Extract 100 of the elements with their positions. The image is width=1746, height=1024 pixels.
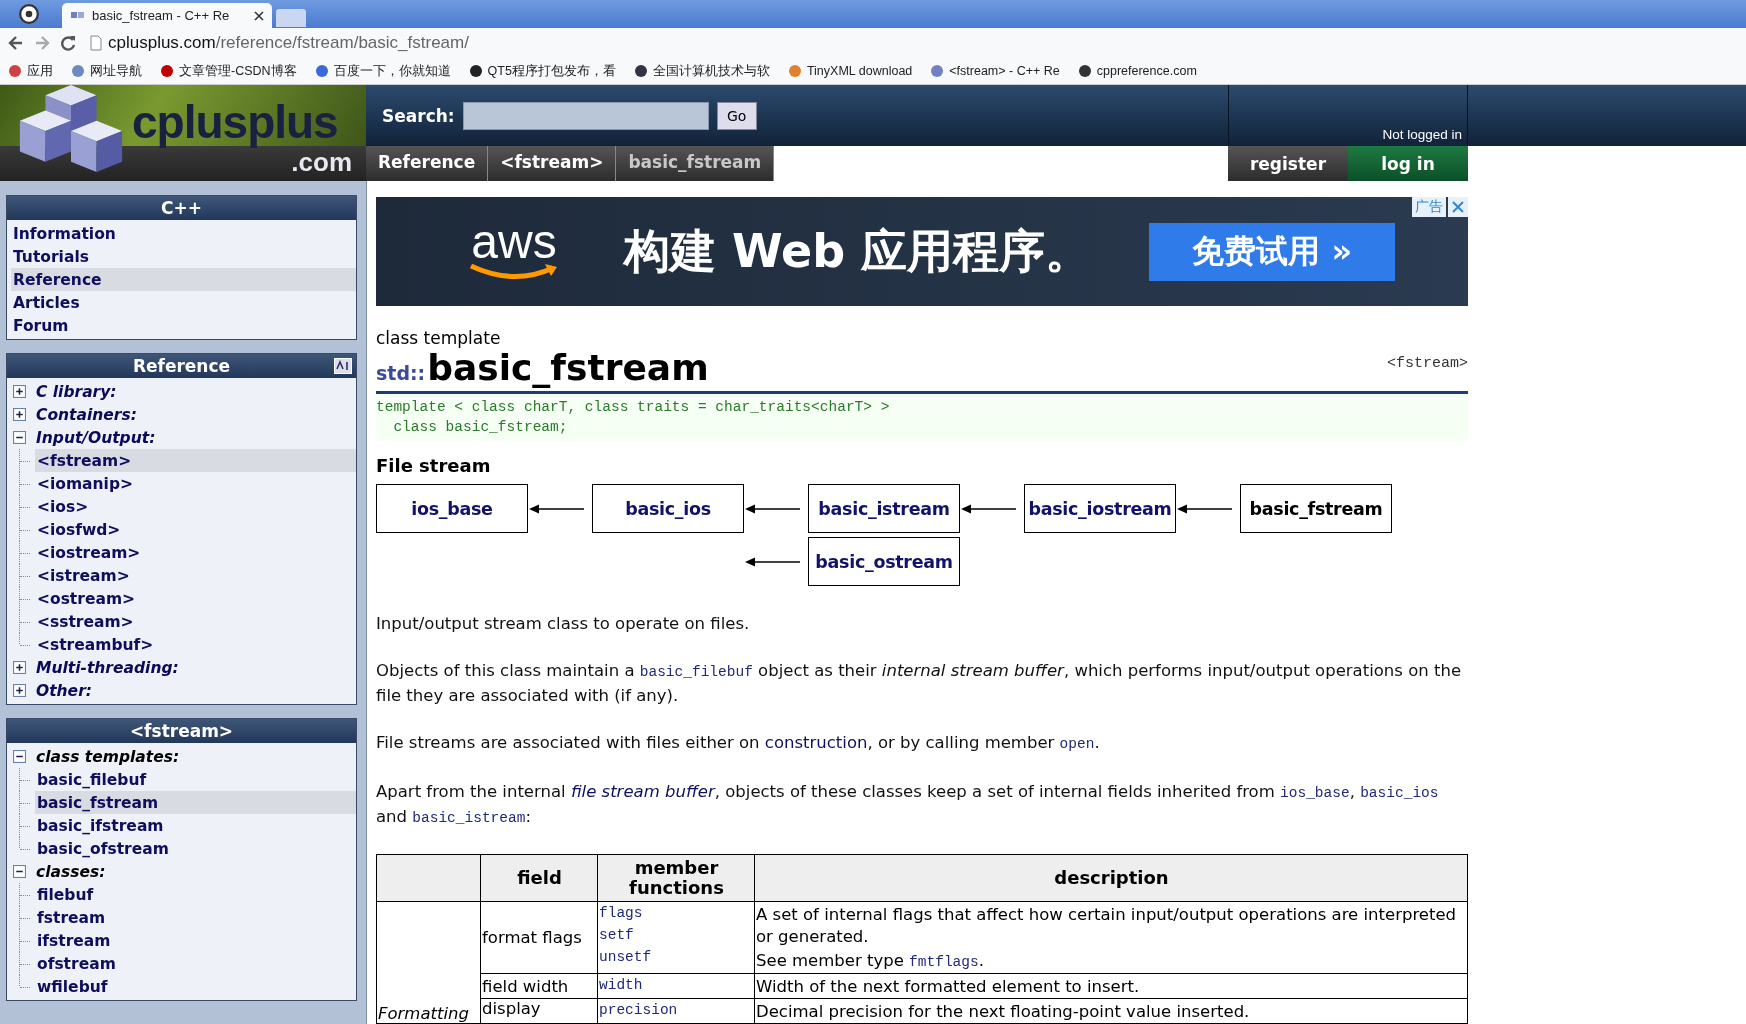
expand-icon[interactable] bbox=[13, 661, 26, 674]
sidebar-item[interactable]: <fstream> bbox=[35, 449, 356, 472]
code-link[interactable]: open bbox=[1059, 736, 1095, 752]
ad-badge: 广告 bbox=[1412, 197, 1446, 217]
table-cell: format flags bbox=[480, 901, 598, 974]
browser-logo-icon[interactable] bbox=[18, 3, 40, 25]
sidebar-item[interactable]: <iostream> bbox=[35, 541, 356, 564]
class-node[interactable]: basic_iostream bbox=[1024, 484, 1176, 533]
bookmark-item[interactable]: <fstream> - C++ Re bbox=[949, 64, 1060, 78]
sidebar-item[interactable]: <streambuf> bbox=[35, 633, 356, 656]
sidebar-item[interactable]: C library: bbox=[34, 380, 356, 403]
search-label: Search: bbox=[382, 105, 455, 126]
collapse-icon[interactable] bbox=[13, 865, 26, 878]
sidebar-item[interactable]: <ios> bbox=[35, 495, 356, 518]
sidebar-item[interactable]: <istream> bbox=[35, 564, 356, 587]
code-link[interactable]: basic_ios bbox=[1360, 785, 1439, 801]
bookmark-item[interactable]: 应用 bbox=[27, 62, 53, 80]
breadcrumb[interactable]: <fstream> bbox=[488, 146, 617, 181]
expand-icon[interactable] bbox=[13, 408, 26, 421]
class-node[interactable]: ios_base bbox=[376, 484, 528, 533]
code-link[interactable]: setf bbox=[599, 924, 754, 946]
sidebar-item[interactable]: Reference bbox=[11, 268, 356, 291]
bookmark-item[interactable]: TinyXML download bbox=[806, 64, 913, 78]
sidebar-item[interactable]: Containers: bbox=[34, 403, 356, 426]
register-button[interactable]: register bbox=[1228, 146, 1348, 181]
code-link[interactable]: fmtflags bbox=[909, 954, 979, 970]
sidebar-item[interactable]: Forum bbox=[11, 314, 356, 337]
browser-tab[interactable]: basic_fstream - C++ Re bbox=[62, 3, 272, 28]
column-header: description bbox=[754, 854, 1468, 902]
sidebar-item[interactable]: <ostream> bbox=[35, 587, 356, 610]
class-node[interactable]: basic_istream bbox=[808, 484, 960, 533]
bookmark-icon bbox=[8, 64, 22, 78]
class-node[interactable]: basic_ostream bbox=[808, 537, 960, 586]
breadcrumb[interactable]: Reference bbox=[366, 146, 489, 181]
sidebar-item[interactable]: <sstream> bbox=[35, 610, 356, 633]
bookmark-item[interactable]: 百度一下，你就知道 bbox=[333, 62, 451, 80]
sidebar-item[interactable]: classes: bbox=[34, 860, 356, 883]
url-field[interactable]: cplusplus.com/reference/fstream/basic_fstream/ bbox=[108, 33, 469, 53]
bookmark-item[interactable]: 全国计算机技术与软 bbox=[652, 62, 770, 80]
link[interactable]: construction bbox=[764, 733, 868, 752]
reload-icon[interactable] bbox=[58, 33, 78, 53]
sidebar-item[interactable]: fstream bbox=[35, 906, 356, 929]
sidebar-item[interactable]: Information bbox=[11, 222, 356, 245]
table-cell: Formatting bbox=[376, 901, 481, 1024]
bookmark-item[interactable]: cppreference.com bbox=[1096, 64, 1197, 78]
code-link[interactable]: basic_filebuf bbox=[639, 664, 753, 680]
ad-headline: 构建 Web 应用程序。 bbox=[624, 222, 1092, 280]
site-logo-domain: .com bbox=[291, 149, 352, 175]
code-line: class basic_fstream; bbox=[392, 418, 569, 437]
sidebar-item[interactable]: ofstream bbox=[35, 952, 356, 975]
bookmark-item[interactable]: 网址导航 bbox=[90, 62, 142, 80]
sidebar-item[interactable]: basic_ofstream bbox=[35, 837, 356, 860]
ad-banner[interactable]: aws 构建 Web 应用程序。 免费试用 » 广告 bbox=[376, 197, 1468, 306]
page-title: basic_fstream bbox=[427, 348, 709, 388]
breadcrumb[interactable]: basic_fstream bbox=[616, 146, 775, 181]
link[interactable]: file stream buffer bbox=[570, 782, 715, 801]
ad-trial-button[interactable]: 免费试用 » bbox=[1149, 222, 1396, 281]
sidebar-item[interactable]: filebuf bbox=[35, 883, 356, 906]
sidebar-item[interactable]: <iosfwd> bbox=[35, 518, 356, 541]
sidebar-item[interactable]: Tutorials bbox=[11, 245, 356, 268]
sidebar-item[interactable]: Other: bbox=[34, 679, 356, 702]
expand-icon[interactable] bbox=[13, 385, 26, 398]
bookmark-icon bbox=[71, 64, 85, 78]
login-button[interactable]: log in bbox=[1348, 146, 1468, 181]
go-button[interactable]: Go bbox=[716, 101, 757, 130]
bookmark-icon bbox=[314, 64, 329, 78]
sidebar-item[interactable]: wfilebuf bbox=[35, 975, 356, 998]
sort-icon[interactable] bbox=[334, 358, 352, 374]
sidebar-item[interactable]: basic_filebuf bbox=[35, 768, 356, 791]
code-link[interactable]: ios_base bbox=[1280, 785, 1350, 801]
sidebar-item[interactable]: Input/Output: bbox=[34, 426, 356, 449]
table-cell: field width bbox=[480, 973, 598, 999]
bookmark-icon bbox=[633, 64, 648, 78]
class-node[interactable]: basic_ios bbox=[592, 484, 744, 533]
sidebar-item[interactable]: basic_fstream bbox=[35, 791, 356, 814]
collapse-icon[interactable] bbox=[13, 750, 26, 763]
kind-label: class template bbox=[376, 328, 502, 348]
bookmark-icon bbox=[1077, 64, 1092, 78]
code-link[interactable]: flags bbox=[599, 902, 754, 924]
expand-icon[interactable] bbox=[13, 684, 26, 697]
sidebar-item[interactable]: basic_ifstream bbox=[35, 814, 356, 837]
paragraph: Apart from the internal file stream buffer, objects of these classes keep a set of internal fields inherited from ios_base, basic_ios and basic_istream: bbox=[376, 781, 1440, 828]
paragraph: File streams are associated with files either on construction, or by calling member open. bbox=[376, 732, 1101, 754]
sidebar-item[interactable]: ifstream bbox=[35, 929, 356, 952]
bookmark-item[interactable]: QT5程序打包发布，看 bbox=[487, 62, 616, 80]
sidebar-item[interactable]: Multi-threading: bbox=[34, 656, 356, 679]
bookmark-item[interactable]: 文章管理-CSDN博客 bbox=[179, 62, 297, 80]
table-cell-text: See member type fmtflags. bbox=[756, 950, 985, 972]
class-node[interactable]: basic_fstream bbox=[1240, 484, 1392, 533]
sidebar-item[interactable]: class templates: bbox=[34, 745, 356, 768]
bookmark-icon bbox=[787, 64, 802, 78]
collapse-icon[interactable] bbox=[13, 431, 26, 444]
search-field[interactable] bbox=[462, 101, 709, 130]
smile-arrow-icon bbox=[469, 261, 559, 282]
code-link[interactable]: unsetf bbox=[599, 946, 754, 968]
paragraph: Objects of this class maintain a basic_filebuf object as their internal stream buffer, which performs input/output operations on the file they are associated with (if any). bbox=[376, 660, 1463, 707]
sidebar-item[interactable]: Articles bbox=[11, 291, 356, 314]
sidebar-item[interactable]: <iomanip> bbox=[35, 472, 356, 495]
close-icon[interactable] bbox=[254, 10, 264, 21]
code-link[interactable]: basic_istream bbox=[412, 810, 526, 826]
